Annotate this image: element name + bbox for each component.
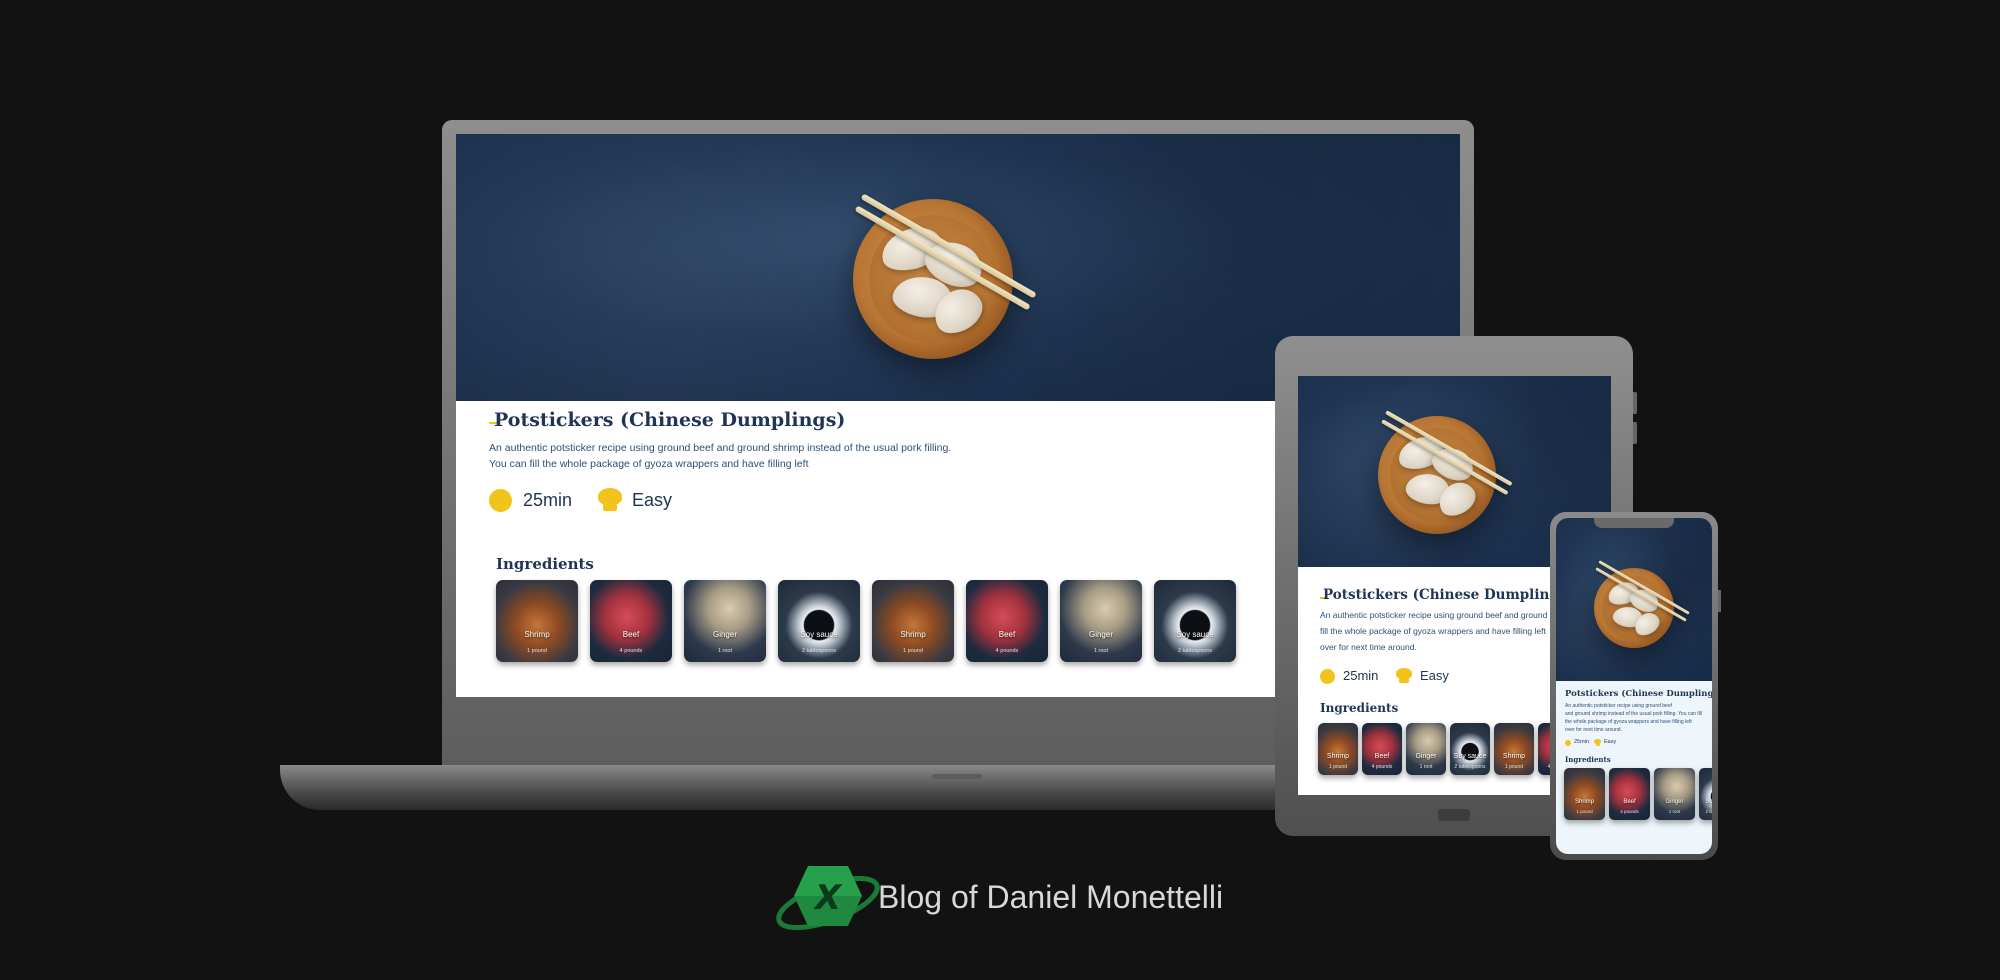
recipe-description: An authentic potsticker recipe using gro… <box>1565 703 1703 733</box>
page-title: Potstickers (Chinese Dumplings) <box>1565 689 1712 699</box>
svg-text:X: X <box>813 878 843 918</box>
prep-time: 25min <box>1574 739 1589 745</box>
ingredient-quantity: 4 pounds <box>619 648 643 654</box>
ingredient-name: Beef <box>1623 799 1636 805</box>
ingredient-quantity: 1 root <box>1668 809 1681 814</box>
ingredient-quantity: 4 pounds <box>1371 764 1393 770</box>
blog-logo: X <box>770 858 880 938</box>
difficulty-level: Easy <box>632 490 673 510</box>
ingredient-quantity: 4 pounds <box>1620 809 1639 814</box>
ingredients-carousel[interactable]: Shrimp 1 pound Beef 4 pounds Ginger 1 root Soy… <box>1564 768 1712 822</box>
phone-device: Potstickers (Chinese Dumplings) An authe… <box>1550 512 1721 860</box>
ingredient-card[interactable]: Soy sauce 2 tablespoons <box>1699 768 1712 820</box>
ingredient-card[interactable]: Beef 4 pounds <box>966 580 1048 662</box>
ingredient-card[interactable]: Shrimp 1 pound <box>1494 723 1534 775</box>
ingredient-name: Beef <box>998 630 1016 639</box>
recipe-hero-image <box>1556 518 1712 681</box>
laptop-notch <box>932 774 982 779</box>
ingredients-heading: Ingredients <box>1320 701 1399 715</box>
ingredient-name: Ginger <box>1088 630 1113 639</box>
clock-circle-icon <box>1565 740 1571 746</box>
ingredient-name: Beef <box>1374 753 1390 760</box>
phone-side-button <box>1718 590 1721 612</box>
ingredients-heading: Ingredients <box>496 555 594 573</box>
difficulty-level: Easy <box>1604 739 1617 745</box>
ingredient-card[interactable]: Ginger 1 root <box>1406 723 1446 775</box>
ingredient-name: Shrimp <box>524 630 550 639</box>
blog-name[interactable]: Blog of Daniel Monettelli <box>878 879 1223 916</box>
ingredient-quantity: 4 pounds <box>995 648 1019 654</box>
prep-time: 25min <box>1343 668 1379 683</box>
chef-hat-icon <box>598 488 622 512</box>
ingredient-card[interactable]: Soy sauce 2 tablespoons <box>1154 580 1236 662</box>
clock-circle-icon <box>1320 669 1335 684</box>
ingredient-quantity: 2 tablespoons <box>1177 648 1213 654</box>
clock-circle-icon <box>489 489 512 512</box>
ingredient-quantity: 1 pound <box>1504 764 1524 770</box>
ingredient-quantity: 1 pound <box>1328 764 1348 770</box>
tablet-side-button <box>1633 422 1637 444</box>
ingredient-name: Shrimp <box>1326 753 1350 760</box>
page-title: Potstickers (Chinese Dumplings) <box>1323 587 1573 603</box>
ingredient-card[interactable]: Beef 4 pounds <box>590 580 672 662</box>
ingredient-name: Soy sauce <box>800 630 838 639</box>
ingredient-quantity: 1 root <box>717 648 733 654</box>
ingredient-name: Shrimp <box>1574 799 1594 805</box>
tablet-home-button <box>1438 809 1470 821</box>
ingredients-heading: Ingredients <box>1565 755 1611 764</box>
ingredient-card[interactable]: Shrimp 1 pound <box>872 580 954 662</box>
ingredient-card[interactable]: Ginger 1 root <box>1060 580 1142 662</box>
ingredient-card[interactable]: Beef 4 pounds <box>1362 723 1402 775</box>
phone-screen: Potstickers (Chinese Dumplings) An authe… <box>1556 518 1712 854</box>
ingredient-name: Shrimp <box>900 630 926 639</box>
ingredient-card[interactable]: Shrimp 1 pound <box>1564 768 1605 820</box>
ingredient-quantity: 1 pound <box>903 648 923 654</box>
ingredient-card[interactable]: Beef 4 pounds <box>1609 768 1650 820</box>
ingredient-quantity: 1 pound <box>1576 809 1593 814</box>
ingredient-name: Soy sauce <box>1705 799 1712 805</box>
ingredient-quantity: 1 root <box>1419 764 1433 770</box>
chef-hat-icon <box>1396 668 1412 684</box>
ingredient-card[interactable]: Shrimp 1 pound <box>1318 723 1358 775</box>
chef-hat-icon <box>1594 739 1601 746</box>
recipe-description: An authentic potsticker recipe using gro… <box>1320 610 1554 652</box>
ingredient-card[interactable]: Soy sauce 2 tablespoons <box>778 580 860 662</box>
ingredient-quantity: 1 pound <box>527 648 547 654</box>
ingredient-card[interactable]: Soy sauce 2 tablespoons <box>1450 723 1490 775</box>
phone-notch <box>1594 518 1674 528</box>
ingredient-name: Soy sauce <box>1453 753 1487 760</box>
tablet-side-button <box>1633 392 1637 414</box>
ingredient-quantity: 2 tablespoons <box>801 648 837 654</box>
ingredient-name: Ginger <box>1415 753 1437 760</box>
ingredient-card[interactable]: Ginger 1 root <box>1654 768 1695 820</box>
difficulty-level: Easy <box>1420 668 1449 683</box>
x-hexagon-logo-icon: X <box>776 866 880 931</box>
ingredient-name: Beef <box>622 630 640 639</box>
ingredient-card[interactable]: Ginger 1 root <box>684 580 766 662</box>
prep-time: 25min <box>523 490 573 510</box>
recipe-description: An authentic potsticker recipe using gro… <box>489 442 952 470</box>
ingredient-name: Shrimp <box>1502 753 1526 760</box>
ingredient-quantity: 1 root <box>1093 648 1109 654</box>
ingredient-name: Soy sauce <box>1176 630 1214 639</box>
ingredient-quantity: 2 tablespoons <box>1705 809 1712 814</box>
page-title: Potstickers (Chinese Dumplings) <box>494 409 846 431</box>
ingredient-card[interactable]: Shrimp 1 pound <box>496 580 578 662</box>
ingredient-name: Ginger <box>712 630 737 639</box>
ingredient-name: Ginger <box>1665 799 1684 805</box>
ingredient-quantity: 2 tablespoons <box>1454 764 1486 770</box>
